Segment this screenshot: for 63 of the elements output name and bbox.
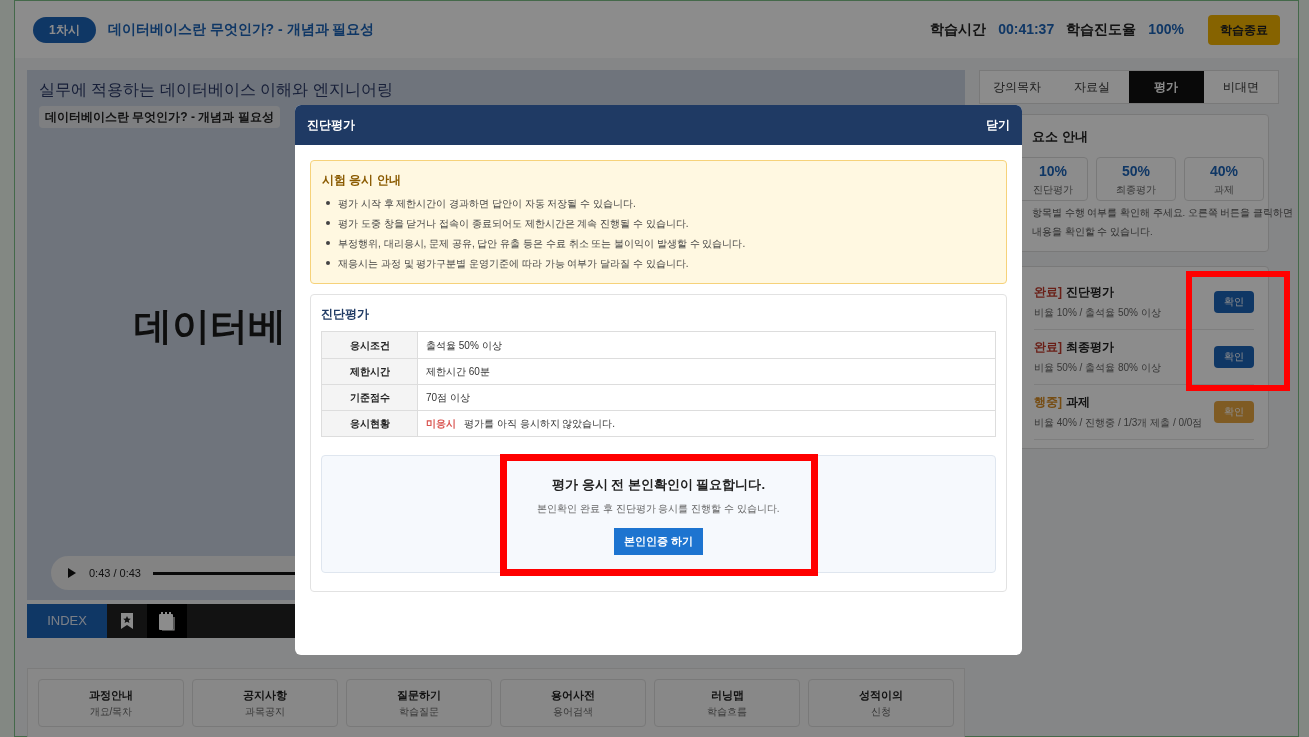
playback-time: 0:43 / 0:43 — [89, 565, 141, 581]
verify-title: 평가 응시 전 본인확인이 필요합니다. — [551, 476, 766, 495]
evaluation-detail: 비율 40% / 진행중 / 1/3개 제출 / 0/0점 — [1034, 416, 1204, 430]
weights-note: 항목별 수행 여부를 확인해 주세요. 오른쪽 버튼을 클릭하면 — [1032, 205, 1294, 220]
evaluation-status: 완료] — [1034, 284, 1062, 301]
evaluation-title: 진단평가 — [1066, 284, 1114, 301]
table-header-cell: 기준점수 — [322, 385, 418, 410]
menu-card[interactable]: 공지사항 과목공지 — [192, 679, 338, 727]
evaluation-title: 과제 — [1066, 394, 1090, 411]
menu-card[interactable]: 과정안내 개요/목차 — [38, 679, 184, 727]
modal-title: 진단평가 — [307, 117, 355, 134]
notice-item: 부정행위, 대리응시, 문제 공유, 답안 유출 등은 수료 취소 또는 불이익이 발생할 수 있습니다. — [338, 236, 746, 251]
notice-title: 시험 응시 안내 — [322, 172, 402, 189]
section-title: 진단평가 — [321, 306, 370, 323]
evaluation-detail: 비율 10% / 출석율 50% 이상 — [1034, 306, 1162, 320]
evaluation-title: 최종평가 — [1066, 339, 1114, 356]
bullet-icon — [326, 221, 330, 225]
notice-item: 평가 시작 후 제한시간이 경과하면 답안이 자동 저장될 수 있습니다. — [338, 196, 636, 211]
menu-card[interactable]: 러닝맵 학습흐름 — [654, 679, 800, 727]
table-header-cell: 제한시간 — [322, 359, 418, 384]
close-button[interactable]: 닫기 — [986, 116, 1010, 134]
table-header-cell: 응시조건 — [322, 332, 418, 358]
weight-card: 40% 과제 — [1184, 156, 1264, 201]
menu-card[interactable]: 용어사전 용어검색 — [500, 679, 646, 727]
bullet-icon — [326, 201, 330, 205]
table-cell-text: 제한시간 60분 — [426, 365, 490, 379]
evaluation-status: 행중] — [1034, 394, 1062, 411]
confirm-button[interactable]: 확인 — [1214, 290, 1254, 313]
progress-value: 100% — [1148, 20, 1184, 39]
table-cell-text: 평가를 아직 응시하지 않았습니다. — [464, 417, 616, 431]
evaluation-status: 완료] — [1034, 339, 1062, 356]
menu-card[interactable]: 질문하기 학습질문 — [346, 679, 492, 727]
index-tab[interactable]: INDEX — [27, 604, 107, 638]
bullet-icon — [326, 261, 330, 265]
verify-text: 본인확인 완료 후 진단평가 응시를 진행할 수 있습니다. — [537, 501, 780, 516]
confirm-button[interactable]: 확인 — [1214, 345, 1254, 368]
status-text: 미응시 — [426, 417, 456, 431]
course-title: 실무에 적용하는 데이터베이스 이해와 엔지니어링 — [39, 80, 394, 100]
progress-label: 학습진도율 — [1066, 20, 1137, 39]
weights-note: 내용을 확인할 수 있습니다. — [1032, 224, 1153, 239]
toolbar-button[interactable] — [147, 604, 187, 638]
notice-item: 평가 도중 창을 닫거나 접속이 종료되어도 제한시간은 계속 진행될 수 있습니다. — [338, 216, 689, 231]
menu-card[interactable]: 성적이의 신청 — [808, 679, 954, 727]
table-cell-text: 70점 이상 — [426, 391, 470, 405]
end-study-button[interactable]: 학습종료 — [1208, 14, 1280, 45]
table-header-cell: 응시현황 — [322, 411, 418, 436]
weight-card: 50% 최종평가 — [1096, 156, 1176, 201]
bullet-icon — [326, 241, 330, 245]
side-tab[interactable]: 평가 — [1129, 71, 1204, 103]
study-time-label: 학습시간 — [930, 20, 987, 39]
lesson-title: 데이터베이스란 무엇인가? - 개념과 필요성 — [107, 20, 375, 39]
slide-heading: 데이터베 — [134, 304, 286, 349]
weights-title: 요소 안내 — [1032, 128, 1089, 146]
evaluation-detail: 비율 50% / 출석율 80% 이상 — [1034, 361, 1162, 375]
study-time: 00:41:37 — [998, 20, 1055, 39]
session-badge: 1차시 — [33, 16, 96, 43]
play-icon[interactable] — [67, 567, 77, 579]
table-cell-text: 출석율 50% 이상 — [426, 338, 502, 353]
verify-button[interactable]: 본인인증 하기 — [613, 527, 704, 555]
notepad-icon — [158, 611, 176, 631]
bookmark-star-icon — [120, 612, 134, 630]
notice-item: 재응시는 과정 및 평가구분별 운영기준에 따라 가능 여부가 달라질 수 있습니다. — [338, 256, 689, 271]
lesson-chip: 데이터베이스란 무엇인가? - 개념과 필요성 — [39, 106, 280, 128]
